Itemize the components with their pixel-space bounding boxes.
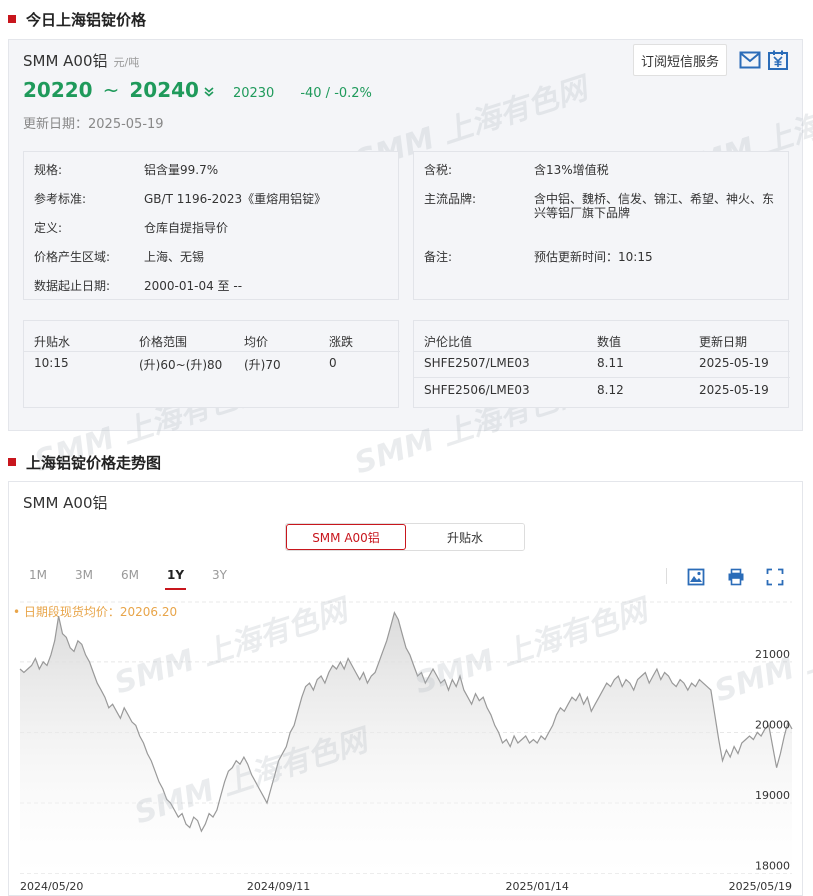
spec-key: 数据起止日期: <box>34 279 111 293</box>
spec-key: 参考标准: <box>34 192 87 206</box>
price-tilde: ~ <box>102 78 120 102</box>
spec-key: 含税: <box>424 163 453 177</box>
table-header: 升贴水 <box>34 335 71 349</box>
section-title-today-price: 今日上海铝锭价格 <box>8 8 146 30</box>
price-change: -40 / -0.2% <box>300 86 372 101</box>
table-cell: 2025-05-19 <box>699 356 769 370</box>
price-trend-chart: 18000 19000 20000 21000 2024/05/20 2024/09/11… <box>19 601 793 893</box>
section-title-text: 今日上海铝锭价格 <box>26 10 147 29</box>
section-marker <box>8 15 16 23</box>
table-cell: 8.11 <box>597 356 624 370</box>
x-tick-label: 2024/09/11 <box>247 880 310 893</box>
spec-key: 规格: <box>34 163 63 177</box>
y-tick-label: 18000 <box>755 859 790 872</box>
ratio-table: 沪伦比值 数值 更新日期 SHFE2507/LME03 8.11 2025-05… <box>413 320 790 408</box>
spec-value: 含13%增值税 <box>534 163 609 177</box>
table-header: 价格范围 <box>139 335 188 349</box>
spec-box-right: 含税: 含13%增值税 主流品牌: 含中铝、魏桥、信发、锦江、希望、神火、东 兴等铝… <box>413 151 789 300</box>
spec-value: 上海、无锡 <box>144 250 205 264</box>
spec-value: 铝含量99.7% <box>144 163 219 177</box>
x-tick-label: 2025/05/19 <box>729 880 792 893</box>
double-chevron-down-icon <box>204 87 214 97</box>
x-tick-label: 2024/05/20 <box>20 880 83 893</box>
price-row: 20220 ~ 20240 20230 -40 / -0.2% <box>23 78 372 102</box>
table-cell: SHFE2506/LME03 <box>424 383 530 397</box>
spec-key: 定义: <box>34 221 63 235</box>
y-tick-label: 21000 <box>755 648 790 661</box>
table-cell: 2025-05-19 <box>699 383 769 397</box>
spec-box-left: 规格: 铝含量99.7% 参考标准: GB/T 1196-2023《重熔用铝锭》 定… <box>23 151 399 300</box>
chart-panel: SMM A00铝 SMM A00铝 升贴水 1M 3M 6M 1Y 3Y • 日… <box>8 481 813 896</box>
calendar-yuan-icon[interactable] <box>767 50 789 70</box>
spec-value: GB/T 1196-2023《重熔用铝锭》 <box>144 192 327 206</box>
price-average: 20230 <box>232 86 275 101</box>
section-title-trend: 上海铝锭价格走势图 <box>8 451 161 473</box>
product-name-text: SMM A00铝 <box>23 52 108 70</box>
spec-key: 备注: <box>424 250 453 264</box>
spec-key: 主流品牌: <box>424 192 477 206</box>
product-unit: 元/吨 <box>113 56 140 69</box>
price-panel: SMM 上海有色网 SMM 上海有色网 SMM 上海有色网 SMM 上海有色网 … <box>8 39 813 481</box>
y-tick-label: 19000 <box>755 789 790 802</box>
table-cell: (升)60~(升)80 <box>139 358 223 372</box>
x-tick-label: 2025/01/14 <box>506 880 569 893</box>
table-cell: 0 <box>329 356 337 370</box>
table-divider <box>414 351 790 352</box>
y-tick-label: 20000 <box>755 718 790 731</box>
table-header: 数值 <box>597 335 622 349</box>
spec-value: 兴等铝厂旗下品牌 <box>534 206 631 220</box>
premium-table: 升贴水 价格范围 均价 涨跌 10:15 (升)60~(升)80 (升)70 0 <box>23 320 400 408</box>
table-divider <box>24 351 400 352</box>
table-cell: (升)70 <box>244 358 281 372</box>
table-header: 均价 <box>244 335 269 349</box>
product-name: SMM A00铝 元/吨 <box>23 50 139 71</box>
subscribe-sms-button[interactable]: 订阅短信服务 <box>633 44 727 76</box>
spec-key: 价格产生区域: <box>34 250 111 264</box>
table-divider <box>414 377 790 378</box>
table-header: 沪伦比值 <box>424 335 473 349</box>
section-marker <box>8 458 16 466</box>
table-cell: 8.12 <box>597 383 624 397</box>
table-header: 更新日期 <box>699 335 748 349</box>
spec-value: 2000-01-04 至 -- <box>144 279 243 293</box>
price-high: 20240 <box>129 78 199 102</box>
mail-icon[interactable] <box>739 50 761 70</box>
series-area <box>20 612 792 877</box>
table-header: 涨跌 <box>329 335 354 349</box>
section-title-text: 上海铝锭价格走势图 <box>26 453 162 472</box>
table-cell: SHFE2507/LME03 <box>424 356 530 370</box>
update-date: 更新日期：2025-05-19 <box>23 117 164 132</box>
price-low: 20220 <box>23 78 93 102</box>
spec-value: 仓库自提指导价 <box>144 221 229 235</box>
spec-value: 预估更新时间：10:15 <box>534 250 653 264</box>
table-cell: 10:15 <box>34 356 69 370</box>
